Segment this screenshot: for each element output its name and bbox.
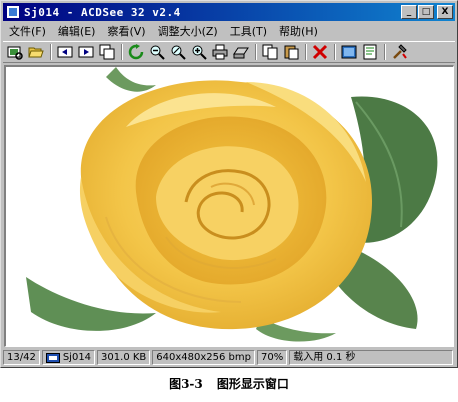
status-position: 13/42 <box>3 350 40 365</box>
print-icon[interactable] <box>210 43 230 61</box>
copy-view-icon[interactable] <box>97 43 117 61</box>
maximize-button[interactable]: □ <box>418 5 434 19</box>
bmp-file-icon <box>45 352 60 363</box>
slideshow-icon[interactable] <box>339 43 359 61</box>
acdsee-window: Sj014 - ACDSee 32 v2.4 _ □ X 文件(F) 编辑(E)… <box>0 0 458 368</box>
status-zoom: 70% <box>257 350 288 365</box>
status-file: Sj014 <box>41 350 96 365</box>
zoom-fit-icon[interactable] <box>168 43 188 61</box>
rotate-icon[interactable] <box>126 43 146 61</box>
zoom-out-icon[interactable] <box>147 43 167 61</box>
toolbar-separator <box>334 44 336 60</box>
close-button[interactable]: X <box>437 5 453 19</box>
rose-image <box>6 67 453 346</box>
menu-bar: 文件(F) 编辑(E) 察看(V) 调整大小(Z) 工具(T) 帮助(H) <box>3 22 455 40</box>
previous-icon[interactable] <box>55 43 75 61</box>
menu-view[interactable]: 察看(V) <box>101 23 151 39</box>
delete-icon[interactable] <box>310 43 330 61</box>
toolbar-separator <box>255 44 257 60</box>
image-viewport[interactable] <box>4 65 454 347</box>
status-filesize: 301.0 KB <box>97 350 151 365</box>
tools-icon[interactable] <box>389 43 409 61</box>
menu-file[interactable]: 文件(F) <box>3 23 52 39</box>
toolbar-separator <box>384 44 386 60</box>
menu-tools[interactable]: 工具(T) <box>224 23 273 39</box>
scan-icon[interactable] <box>231 43 251 61</box>
browse-icon[interactable] <box>5 43 25 61</box>
toolbar <box>3 41 455 63</box>
status-dimensions: 640x480x256 bmp <box>152 350 255 365</box>
open-folder-icon[interactable] <box>26 43 46 61</box>
zoom-in-icon[interactable] <box>189 43 209 61</box>
status-load-time: 载入用 0.1 秒 <box>289 350 453 365</box>
paste-icon[interactable] <box>281 43 301 61</box>
menu-resize[interactable]: 调整大小(Z) <box>152 23 224 39</box>
toolbar-separator <box>305 44 307 60</box>
copy-icon[interactable] <box>260 43 280 61</box>
toolbar-separator <box>50 44 52 60</box>
app-icon <box>6 5 20 19</box>
menu-edit[interactable]: 编辑(E) <box>52 23 102 39</box>
next-icon[interactable] <box>76 43 96 61</box>
properties-icon[interactable] <box>360 43 380 61</box>
title-bar[interactable]: Sj014 - ACDSee 32 v2.4 _ □ X <box>3 3 455 21</box>
figure-caption: 图3-3 图形显示窗口 <box>169 377 289 391</box>
menu-help[interactable]: 帮助(H) <box>273 23 324 39</box>
minimize-button[interactable]: _ <box>401 5 417 19</box>
toolbar-separator <box>121 44 123 60</box>
window-title: Sj014 - ACDSee 32 v2.4 <box>24 5 181 19</box>
status-bar: 13/42 Sj014 301.0 KB 640x480x256 bmp 70%… <box>3 349 455 366</box>
status-filename: Sj014 <box>62 352 92 363</box>
window-controls: _ □ X <box>400 5 453 19</box>
